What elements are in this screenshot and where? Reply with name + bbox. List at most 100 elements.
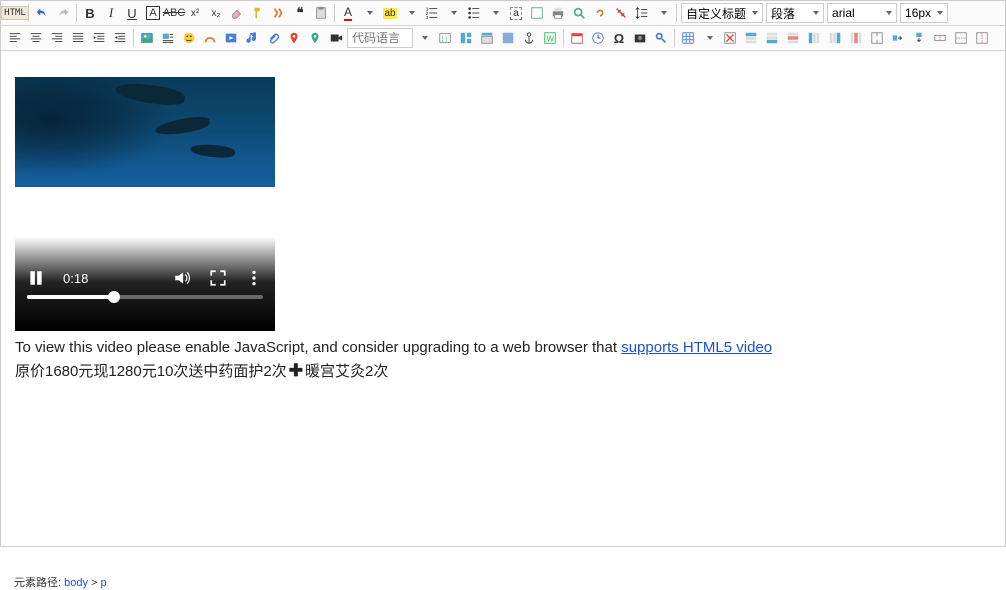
insert-row-button[interactable] (741, 28, 761, 48)
attachment-button[interactable] (263, 28, 283, 48)
delete-table-button[interactable] (720, 28, 740, 48)
map-button[interactable] (284, 28, 304, 48)
bold-button[interactable]: B (80, 3, 100, 23)
link-button[interactable] (590, 3, 610, 23)
more-options-button[interactable] (245, 269, 263, 287)
svg-text:3: 3 (426, 15, 429, 20)
source-html-button[interactable]: HTML (5, 3, 25, 23)
pasteplain-button[interactable] (311, 3, 331, 23)
date-button[interactable] (567, 28, 587, 48)
unlink-button[interactable] (611, 3, 631, 23)
merge-cells-button[interactable] (867, 28, 887, 48)
insertvideo-button[interactable] (326, 28, 346, 48)
video-container: 0:18 (15, 77, 275, 331)
path-node-body[interactable]: body (64, 577, 88, 589)
autotype-button[interactable] (269, 3, 289, 23)
plus-icon: ✚ (289, 361, 303, 381)
code-button[interactable]: { } (435, 28, 455, 48)
pause-button[interactable] (27, 269, 45, 287)
separator (334, 4, 335, 22)
backcolor-button[interactable]: ab (380, 3, 400, 23)
content-text-line: 原价1680元现1280元10次送中药面护2次✚暖宫艾灸2次 (15, 360, 991, 381)
path-node-p[interactable]: p (101, 577, 107, 589)
merge-right-button[interactable] (888, 28, 908, 48)
fullscreen-button[interactable] (209, 269, 227, 287)
table-dropdown[interactable] (699, 28, 719, 48)
code-language-input[interactable] (347, 28, 413, 48)
music-button[interactable] (242, 28, 262, 48)
ordered-list-dropdown[interactable] (443, 3, 463, 23)
html5-video-link[interactable]: supports HTML5 video (621, 339, 772, 356)
redo-button[interactable] (53, 3, 73, 23)
print-button[interactable] (548, 3, 568, 23)
superscript-button[interactable]: x² (185, 3, 205, 23)
underline-button[interactable]: U (122, 3, 142, 23)
indent-button[interactable] (89, 28, 109, 48)
lineheight-dropdown[interactable] (653, 3, 673, 23)
remove-format-button[interactable] (527, 3, 547, 23)
separator (676, 4, 677, 22)
custom-title-select[interactable]: 自定义标题 (681, 3, 763, 23)
svg-text:{ }: { } (442, 35, 448, 42)
template-button[interactable] (477, 28, 497, 48)
volume-button[interactable] (173, 269, 191, 287)
lineheight-button[interactable] (632, 3, 652, 23)
forecolor-dropdown[interactable] (359, 3, 379, 23)
font-family-select[interactable]: arial (827, 3, 897, 23)
wordimage-button[interactable]: W (540, 28, 560, 48)
background-button[interactable] (498, 28, 518, 48)
paragraph-select[interactable]: 段落 (766, 3, 824, 23)
align-center-button[interactable] (26, 28, 46, 48)
insert-col-after-button[interactable] (825, 28, 845, 48)
code-language-dropdown[interactable] (414, 28, 434, 48)
italic-button[interactable]: I (101, 3, 121, 23)
editor-content-area[interactable]: 0:18 To view this video please enable Ja… (1, 51, 1005, 546)
align-left-button[interactable] (5, 28, 25, 48)
eraser-button[interactable] (227, 3, 247, 23)
video-button[interactable] (221, 28, 241, 48)
preview-button[interactable] (569, 3, 589, 23)
split-rows-button[interactable] (951, 28, 971, 48)
blockquote-button[interactable]: ❝ (290, 3, 310, 23)
format-brush-button[interactable] (248, 3, 268, 23)
video-progress-thumb[interactable] (108, 291, 120, 303)
table-button[interactable] (678, 28, 698, 48)
snapscreen-button[interactable] (630, 28, 650, 48)
strikethrough-button[interactable]: ABC (164, 3, 184, 23)
subscript-button[interactable]: x₂ (206, 3, 226, 23)
spechar-button[interactable]: Ω (609, 28, 629, 48)
layout-button[interactable] (456, 28, 476, 48)
font-border-button[interactable]: A (143, 3, 163, 23)
toolbar-row-2: { } W Ω (1, 26, 1005, 51)
time-button[interactable] (588, 28, 608, 48)
image-button[interactable] (137, 28, 157, 48)
backcolor-dropdown[interactable] (401, 3, 421, 23)
undo-button[interactable] (32, 3, 52, 23)
unordered-list-button[interactable] (464, 3, 484, 23)
svg-text:W: W (547, 35, 555, 44)
align-justify-button[interactable] (68, 28, 88, 48)
separator (674, 29, 675, 47)
outdent-button[interactable] (110, 28, 130, 48)
image-float-button[interactable] (158, 28, 178, 48)
gmap-button[interactable] (305, 28, 325, 48)
unordered-list-dropdown[interactable] (485, 3, 505, 23)
split-cells-button[interactable] (930, 28, 950, 48)
emoji-button[interactable] (179, 28, 199, 48)
anchor-button[interactable] (519, 28, 539, 48)
selectall-button[interactable]: a (506, 3, 526, 23)
video-progress-track[interactable] (27, 295, 263, 299)
align-right-button[interactable] (47, 28, 67, 48)
search-replace-button[interactable] (651, 28, 671, 48)
split-cols-button[interactable] (972, 28, 992, 48)
delete-row-button[interactable] (783, 28, 803, 48)
ordered-list-button[interactable]: 123 (422, 3, 442, 23)
video-frame[interactable] (15, 77, 275, 187)
merge-down-button[interactable] (909, 28, 929, 48)
scrawl-button[interactable] (200, 28, 220, 48)
delete-col-button[interactable] (846, 28, 866, 48)
forecolor-button[interactable]: A (338, 3, 358, 23)
insert-row-after-button[interactable] (762, 28, 782, 48)
font-size-select[interactable]: 16px (900, 3, 948, 23)
insert-col-button[interactable] (804, 28, 824, 48)
